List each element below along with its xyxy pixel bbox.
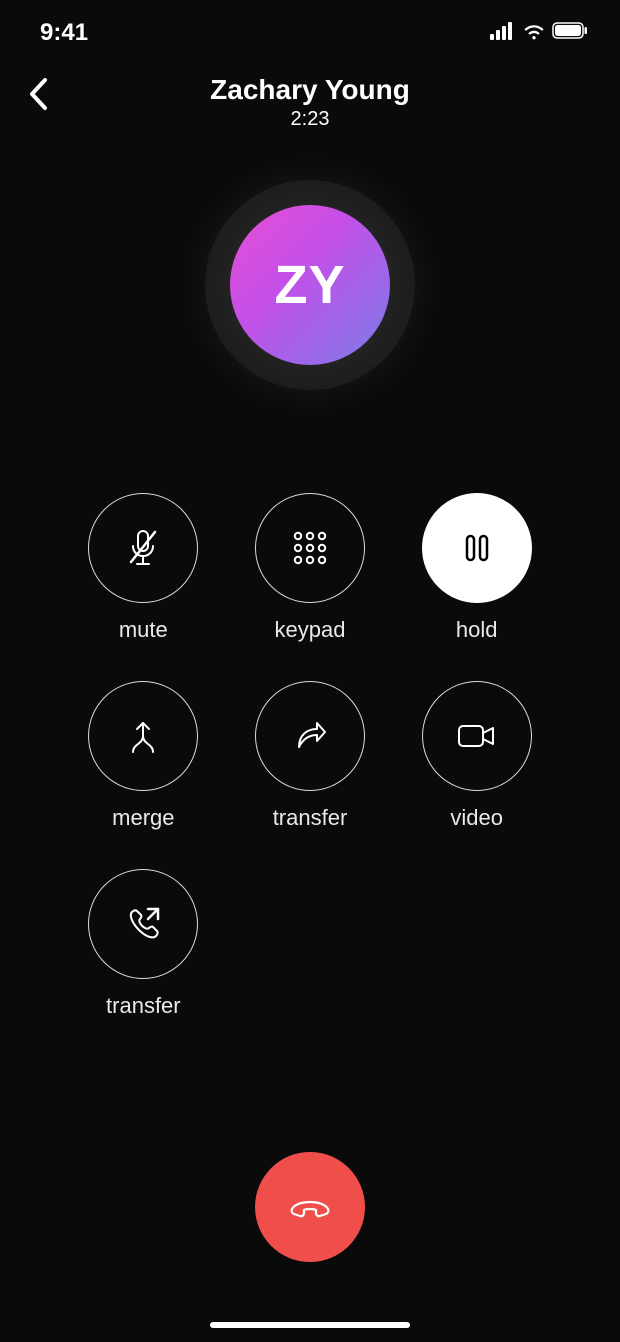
keypad-label: keypad: [275, 617, 346, 643]
transfer-label: transfer: [273, 805, 348, 831]
chevron-left-icon: [27, 77, 49, 111]
mute-label: mute: [119, 617, 168, 643]
phone-transfer-icon: [120, 901, 166, 947]
video-label: video: [450, 805, 503, 831]
keypad-button[interactable]: keypad: [235, 493, 385, 643]
video-button[interactable]: video: [402, 681, 552, 831]
mute-button[interactable]: mute: [68, 493, 218, 643]
call-transfer-button[interactable]: transfer: [68, 869, 218, 1019]
avatar-container: ZY: [0, 155, 620, 415]
wifi-icon: [522, 22, 546, 45]
transfer-button[interactable]: transfer: [235, 681, 385, 831]
merge-icon: [121, 714, 165, 758]
pause-icon: [457, 528, 497, 568]
avatar-ring: ZY: [180, 155, 440, 415]
call-duration: 2:23: [0, 108, 620, 131]
hold-button[interactable]: hold: [402, 493, 552, 643]
status-right: [490, 22, 588, 45]
avatar: ZY: [230, 205, 390, 365]
call-transfer-label: transfer: [106, 993, 181, 1019]
end-call-button[interactable]: [255, 1152, 365, 1262]
share-arrow-icon: [289, 715, 331, 757]
back-button[interactable]: [18, 74, 58, 114]
cellular-icon: [490, 22, 516, 45]
merge-button[interactable]: merge: [68, 681, 218, 831]
avatar-initials: ZY: [274, 254, 345, 316]
video-icon: [453, 718, 501, 754]
caller-name: Zachary Young: [0, 74, 620, 106]
merge-label: merge: [112, 805, 174, 831]
mute-icon: [119, 524, 167, 572]
call-header: Zachary Young 2:23: [0, 56, 620, 137]
status-bar: 9:41: [0, 0, 620, 56]
call-controls: mute keypad hold: [0, 493, 620, 1019]
phone-hangup-icon: [282, 1179, 338, 1235]
keypad-icon: [287, 525, 333, 571]
home-indicator[interactable]: [210, 1322, 410, 1328]
status-time: 9:41: [40, 19, 88, 47]
end-call-container: [0, 1152, 620, 1262]
hold-label: hold: [456, 617, 498, 643]
battery-icon: [552, 22, 588, 44]
